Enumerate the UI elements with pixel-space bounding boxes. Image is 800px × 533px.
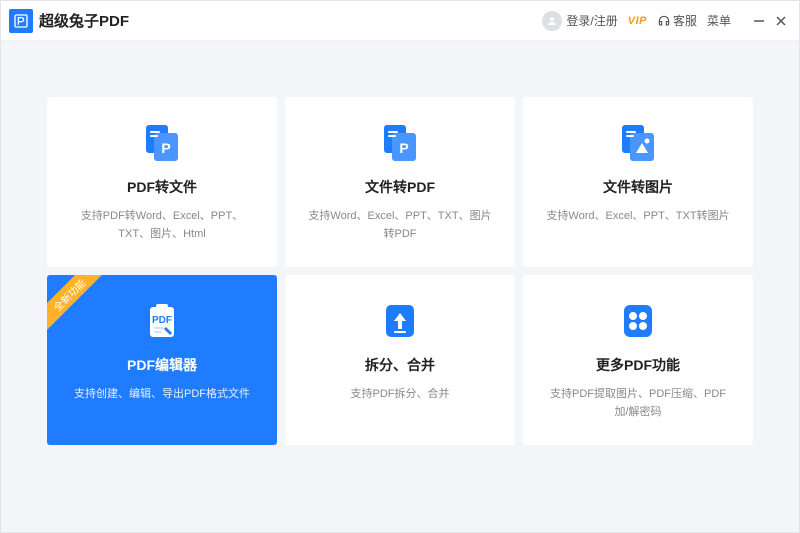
card-desc: 支持PDF拆分、合并 <box>331 385 470 403</box>
support-label: 客服 <box>673 12 697 29</box>
feature-grid: P PDF转文件 支持PDF转Word、Excel、PPT、TXT、图片、Htm… <box>1 41 799 445</box>
card-split-merge[interactable]: 拆分、合并 支持PDF拆分、合并 <box>285 275 515 445</box>
svg-text:P: P <box>399 140 408 156</box>
avatar-icon[interactable] <box>542 11 562 31</box>
app-title: 超级兔子PDF <box>39 10 129 31</box>
login-register-link[interactable]: 登录/注册 <box>566 12 617 29</box>
card-title: 文件转图片 <box>603 177 673 197</box>
card-pdf-editor[interactable]: 全新功能 PDF PDF编辑器 支持创建、编辑、导出PDF格式文件 <box>47 275 277 445</box>
clipboard-pdf-icon: PDF <box>142 301 182 341</box>
card-title: PDF编辑器 <box>127 355 197 375</box>
headset-icon <box>657 14 671 28</box>
card-desc: 支持PDF转Word、Excel、PPT、TXT、图片、Html <box>47 207 277 243</box>
card-desc: 支持PDF提取图片、PDF压缩、PDF加/解密码 <box>523 385 753 421</box>
doc-p-icon: P <box>380 123 420 163</box>
card-title: 拆分、合并 <box>365 355 435 375</box>
card-desc: 支持Word、Excel、PPT、TXT转图片 <box>526 207 749 225</box>
vip-badge[interactable]: VIP <box>628 15 647 27</box>
menu-link[interactable]: 菜单 <box>707 12 731 29</box>
grid-icon <box>618 301 658 341</box>
new-badge: 全新功能 <box>47 275 107 332</box>
svg-text:PDF: PDF <box>152 315 172 326</box>
card-desc: 支持创建、编辑、导出PDF格式文件 <box>54 385 270 403</box>
card-file-to-image[interactable]: 文件转图片 支持Word、Excel、PPT、TXT转图片 <box>523 97 753 267</box>
card-title: 文件转PDF <box>365 177 435 197</box>
doc-image-icon <box>618 123 658 163</box>
card-title: PDF转文件 <box>127 177 197 197</box>
card-title: 更多PDF功能 <box>596 355 680 375</box>
upload-icon <box>380 301 420 341</box>
card-desc: 支持Word、Excel、PPT、TXT、图片转PDF <box>285 207 515 243</box>
close-button[interactable] <box>773 13 789 29</box>
card-file-to-pdf[interactable]: P 文件转PDF 支持Word、Excel、PPT、TXT、图片转PDF <box>285 97 515 267</box>
svg-text:P: P <box>161 140 170 156</box>
support-link[interactable]: 客服 <box>657 12 697 29</box>
title-bar: 超级兔子PDF 登录/注册 VIP 客服 菜单 <box>1 1 799 41</box>
card-pdf-to-file[interactable]: P PDF转文件 支持PDF转Word、Excel、PPT、TXT、图片、Htm… <box>47 97 277 267</box>
doc-p-icon: P <box>142 123 182 163</box>
app-logo-icon <box>9 9 33 33</box>
minimize-button[interactable] <box>751 13 767 29</box>
card-more-features[interactable]: 更多PDF功能 支持PDF提取图片、PDF压缩、PDF加/解密码 <box>523 275 753 445</box>
